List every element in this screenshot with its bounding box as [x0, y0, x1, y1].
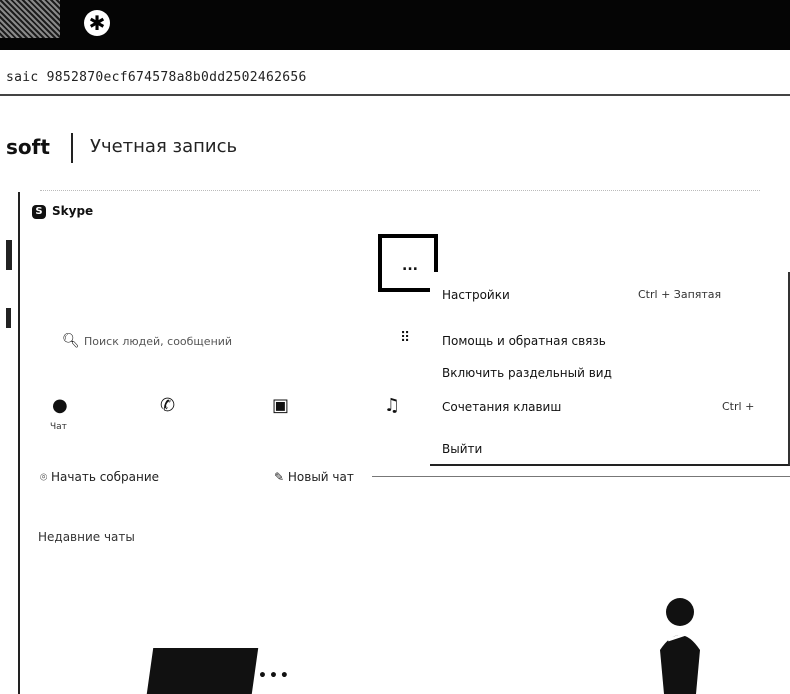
menu-item-shortcuts[interactable]: Сочетания клавиш Ctrl +: [442, 400, 754, 414]
phone-icon[interactable]: ✆: [160, 395, 175, 416]
skype-title: S Skype: [32, 204, 93, 219]
address-bar[interactable]: saic 9852870ecf674578a8b0dd2502462656: [0, 50, 790, 96]
compose-icon: ✎: [274, 470, 288, 484]
menu-item-label: Настройки: [442, 288, 510, 302]
menu-item-label: Выйти: [442, 442, 483, 456]
app-logo-icon[interactable]: ✱: [84, 10, 110, 36]
meet-now-label: Начать собрание: [51, 470, 160, 484]
menu-shortcut: Ctrl + Запятая: [638, 288, 722, 301]
bell-icon[interactable]: ♫: [384, 395, 400, 416]
contacts-icon[interactable]: ▣: [272, 395, 289, 416]
more-options-button[interactable]: ...: [378, 234, 438, 292]
page-edge-mark: [6, 308, 11, 328]
address-text: saic 9852870ecf674578a8b0dd2502462656: [6, 70, 307, 85]
menu-underline: [372, 476, 790, 477]
skype-title-text: Skype: [52, 204, 94, 218]
nav-chat-label: Чат: [50, 422, 67, 432]
more-label: ...: [402, 258, 418, 274]
topbar-graphic: [0, 0, 60, 38]
browser-topbar: ✱: [0, 0, 790, 50]
menu-shortcut: Ctrl +: [722, 400, 755, 413]
page-edge-mark: [6, 240, 12, 270]
skype-logo-icon: S: [32, 204, 46, 219]
recent-chats-heading: Недавние чаты: [38, 530, 135, 544]
menu-item-sign-out[interactable]: Выйти: [442, 442, 482, 456]
menu-item-label: Сочетания клавиш: [442, 400, 562, 414]
brand-separator: [71, 133, 73, 163]
menu-item-split-view[interactable]: Включить раздельный вид: [442, 366, 612, 380]
menu-item-settings[interactable]: Настройки Ctrl + Запятая: [442, 288, 721, 302]
meet-now-button[interactable]: ⌾ Начать собрание: [40, 470, 159, 485]
illustration-person: [660, 598, 700, 694]
search-icon[interactable]: 🔍︎: [62, 333, 80, 349]
new-chat-button[interactable]: ✎ Новый чат: [274, 470, 354, 484]
illustration-shape: [146, 648, 259, 694]
menu-item-label: Включить раздельный вид: [442, 366, 612, 380]
brand-name: soft: [6, 135, 50, 159]
dialpad-icon[interactable]: ⠿: [400, 330, 410, 346]
camera-icon: ⌾: [40, 470, 52, 484]
menu-item-label: Помощь и обратная связь: [442, 334, 606, 348]
illustration-dots: •••: [258, 668, 291, 684]
divider: [40, 190, 760, 191]
search-input[interactable]: Поиск людей, сообщений: [84, 335, 232, 348]
menu-item-help[interactable]: Помощь и обратная связь: [442, 334, 606, 348]
new-chat-label: Новый чат: [287, 470, 354, 484]
chat-icon[interactable]: ●: [52, 395, 68, 416]
more-options-menu: Настройки Ctrl + Запятая Помощь и обратн…: [430, 272, 790, 466]
page-title: Учетная запись: [90, 136, 238, 157]
